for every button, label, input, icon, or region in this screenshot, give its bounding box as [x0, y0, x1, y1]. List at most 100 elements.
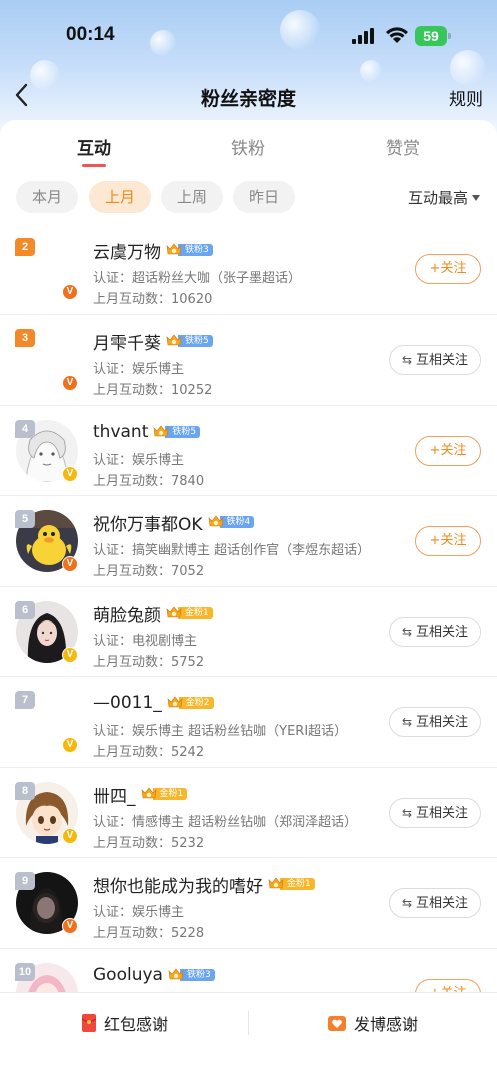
iron-fan-crest-icon [208, 515, 223, 527]
fan-list: 2 V 云虞万物 铁粉3 认证：超话粉丝大咖（张子墨超话） 上月互动数：1062… [0, 224, 497, 994]
fan-level-badge: 金粉2 [166, 696, 214, 710]
follow-button[interactable]: +关注 [415, 526, 481, 556]
battery-level: 59 [415, 26, 447, 46]
fan-row[interactable]: 7 V —0011_ 金粉2 认证：娱乐博主 超话粉丝钻咖（YERI超话） 上月… [0, 676, 497, 766]
follow-button[interactable]: +关注 [415, 254, 481, 284]
follow-button[interactable]: +关注 [415, 436, 481, 466]
fan-level-label: 金粉1 [152, 788, 188, 800]
certification-text: 认证：娱乐博主 [93, 453, 185, 468]
cellular-signal-icon [352, 28, 374, 44]
fan-name[interactable]: 云虞万物 [93, 238, 161, 263]
mutual-follow-button[interactable]: ⇆ 互相关注 [389, 617, 481, 647]
certification-text: 认证：娱乐博主 [93, 362, 185, 377]
mutual-follow-button[interactable]: ⇆ 互相关注 [389, 707, 481, 737]
wifi-icon [386, 27, 408, 43]
tab-interaction[interactable]: 互动 [54, 134, 134, 159]
rank-badge: 10 [15, 963, 35, 981]
fan-name-line: 卌四_ 金粉1 [93, 782, 188, 807]
rules-link[interactable]: 规则 [449, 85, 483, 110]
fan-level-badge: 金粉1 [165, 606, 213, 620]
fan-row[interactable]: 2 V 云虞万物 铁粉3 认证：超话粉丝大咖（张子墨超话） 上月互动数：1062… [0, 224, 497, 314]
tab-bar: 互动 铁粉 赞赏 [0, 134, 497, 174]
fan-name[interactable]: —0011_ [93, 693, 162, 713]
verified-v-icon: V [62, 828, 78, 844]
filter-last-week[interactable]: 上周 [161, 181, 223, 213]
fan-row[interactable]: 6 V 萌脸兔颜 金粉1 认证：电视剧博主 上月互动数：5752 ⇆ 互相关注 [0, 586, 497, 676]
fan-name-line: —0011_ 金粉2 [93, 691, 214, 715]
fan-level-label: 铁粉3 [179, 969, 215, 981]
fan-name[interactable]: 萌脸兔颜 [93, 601, 161, 626]
rank-badge: 6 [15, 601, 35, 619]
interaction-count: 上月互动数：10620 [93, 292, 213, 307]
verified-v-icon: V [62, 647, 78, 663]
fan-name[interactable]: 祝你万事都OK [93, 510, 203, 535]
verified-v-icon: V [62, 918, 78, 934]
fan-level-badge: 铁粉4 [207, 515, 255, 529]
rank-badge: 4 [15, 420, 35, 438]
mutual-follow-button[interactable]: ⇆ 互相关注 [389, 888, 481, 918]
tab-rewards[interactable]: 赞赏 [363, 134, 443, 159]
fan-row[interactable]: 5 V 祝你万事都OK 铁粉4 认证：搞笑幽默博主 超话创作官（李煜东超话） 上… [0, 495, 497, 585]
fan-name-line: 月雫千葵 铁粉5 [93, 329, 213, 354]
mutual-follow-label: 互相关注 [416, 353, 469, 368]
tab-iron-fans[interactable]: 铁粉 [208, 134, 288, 159]
mutual-follow-label: 互相关注 [416, 896, 469, 911]
fan-name-line: 祝你万事都OK 铁粉4 [93, 510, 255, 535]
rank-badge: 8 [15, 782, 35, 800]
interaction-count: 上月互动数：5242 [93, 745, 205, 760]
fan-name[interactable]: Gooluya [93, 965, 163, 985]
fan-level-label: 金粉1 [178, 607, 213, 619]
fan-level-badge: 铁粉5 [152, 425, 201, 439]
rank-badge: 5 [15, 510, 35, 528]
fan-level-label: 铁粉5 [178, 335, 213, 347]
verified-v-icon: V [62, 284, 78, 300]
fan-name[interactable]: 卌四_ [93, 782, 136, 807]
certification-text: 认证：娱乐博主 超话粉丝钻咖（YERI超话） [93, 724, 348, 739]
fan-row[interactable]: 10 Gooluya 铁粉3 +关注 [0, 948, 497, 994]
sort-dropdown[interactable]: 互动最高 [408, 187, 480, 208]
fan-name-line: Gooluya 铁粉3 [93, 963, 215, 987]
fan-row[interactable]: 9 V 想你也能成为我的嗜好 金粉1 认证：娱乐博主 上月互动数：5228 ⇆ 互… [0, 857, 497, 947]
swap-arrows-icon: ⇆ [401, 625, 413, 639]
fan-level-badge: 金粉1 [267, 877, 315, 891]
gold-fan-crest-icon [167, 696, 183, 708]
filter-last-month[interactable]: 上月 [89, 181, 151, 213]
certification-text: 认证：搞笑幽默博主 超话创作官（李煜东超话） [93, 543, 371, 558]
caret-down-icon [472, 195, 480, 201]
filter-yesterday[interactable]: 昨日 [233, 181, 295, 213]
fan-row[interactable]: 3 V 月雫千葵 铁粉5 认证：娱乐博主 上月互动数：10252 ⇆ 互相关注 [0, 314, 497, 404]
verified-v-icon: V [62, 737, 78, 753]
mutual-follow-label: 互相关注 [416, 715, 469, 730]
fan-level-label: 金粉1 [280, 878, 315, 890]
post-heart-icon [328, 1016, 346, 1031]
mutual-follow-label: 互相关注 [416, 625, 469, 640]
red-packet-thanks-button[interactable]: 红包感谢 [82, 1011, 168, 1035]
gold-fan-crest-icon [166, 606, 182, 618]
bottom-action-bar: 红包感谢 发博感谢 [0, 992, 497, 1080]
battery-indicator: 59 [415, 26, 451, 46]
mutual-follow-label: 互相关注 [416, 806, 469, 821]
filter-this-month[interactable]: 本月 [16, 181, 78, 213]
iron-fan-crest-icon [168, 968, 184, 980]
interaction-count: 上月互动数：5228 [93, 926, 205, 941]
interaction-count: 上月互动数：5232 [93, 836, 205, 851]
iron-fan-crest-icon [166, 334, 182, 346]
clock: 00:14 [66, 24, 115, 45]
fan-name[interactable]: 月雫千葵 [93, 329, 161, 354]
fan-name[interactable]: thvant [93, 422, 148, 442]
fan-level-badge: 铁粉5 [165, 334, 213, 348]
fan-name[interactable]: 想你也能成为我的嗜好 [93, 872, 263, 897]
fan-row[interactable]: 8 V 卌四_ 金粉1 认证：情感博主 超话粉丝钻咖（郑润泽超话） 上月互动数：… [0, 767, 497, 857]
iron-fan-crest-icon [153, 425, 169, 437]
gold-fan-crest-icon [268, 877, 284, 889]
mutual-follow-button[interactable]: ⇆ 互相关注 [389, 798, 481, 828]
fan-level-badge: 金粉1 [140, 787, 188, 801]
rank-badge: 2 [15, 238, 35, 256]
post-thanks-button[interactable]: 发博感谢 [328, 1011, 418, 1035]
fan-level-label: 铁粉4 [219, 516, 255, 528]
rank-badge: 3 [15, 329, 35, 347]
mutual-follow-button[interactable]: ⇆ 互相关注 [389, 345, 481, 375]
red-packet-icon [82, 1014, 96, 1032]
fan-row[interactable]: 4 V thvant 铁粉5 认证：娱乐博主 上月互动数：7840 +关注 [0, 405, 497, 495]
nav-bar: 粉丝亲密度 规则 [0, 72, 497, 120]
